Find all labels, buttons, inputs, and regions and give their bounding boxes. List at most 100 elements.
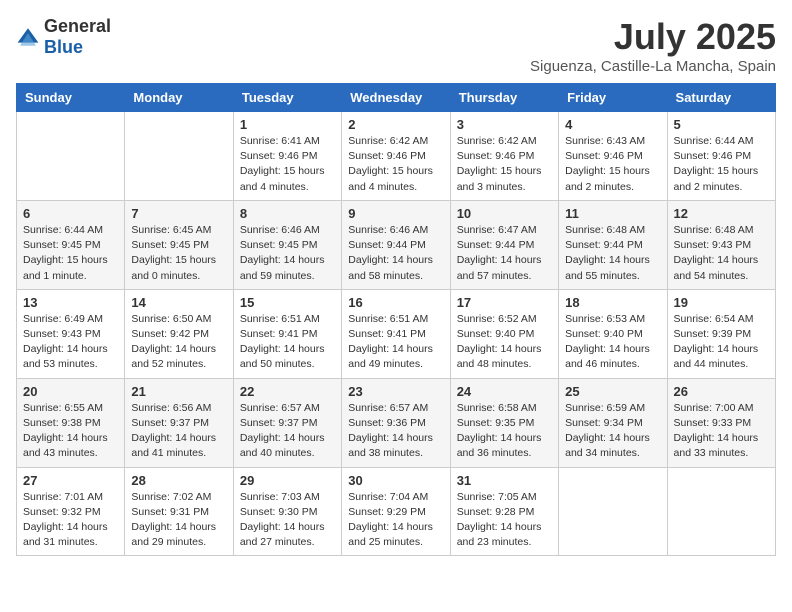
day-number: 10	[457, 206, 552, 221]
day-detail: Sunrise: 6:44 AM Sunset: 9:46 PM Dayligh…	[674, 134, 769, 195]
calendar-cell: 13Sunrise: 6:49 AM Sunset: 9:43 PM Dayli…	[17, 289, 125, 378]
calendar-cell: 31 Sunrise: 7:05 AM Sunset: 9:28 PM Dayli…	[450, 467, 558, 556]
calendar-cell: 7 Sunrise: 6:45 AM Sunset: 9:45 PM Daylig…	[125, 200, 233, 289]
calendar-week-row: 13Sunrise: 6:49 AM Sunset: 9:43 PM Dayli…	[17, 289, 776, 378]
calendar-week-row: 27Sunrise: 7:01 AM Sunset: 9:32 PM Dayli…	[17, 467, 776, 556]
day-detail: Sunrise: 6:46 AM Sunset: 9:44 PM Dayligh…	[348, 223, 443, 284]
calendar-cell: 15 Sunrise: 6:51 AM Sunset: 9:41 PM Dayli…	[233, 289, 341, 378]
day-detail: Sunrise: 6:42 AM Sunset: 9:46 PM Dayligh…	[457, 134, 552, 195]
day-detail: Sunrise: 6:51 AM Sunset: 9:41 PM Dayligh…	[240, 312, 335, 373]
day-number: 9	[348, 206, 443, 221]
calendar-cell: 12Sunrise: 6:48 AM Sunset: 9:43 PM Dayli…	[667, 200, 775, 289]
day-detail: Sunrise: 6:54 AM Sunset: 9:39 PM Dayligh…	[674, 312, 769, 373]
day-number: 31	[457, 473, 552, 488]
title-block: July 2025 Siguenza, Castille-La Mancha, …	[530, 16, 776, 75]
weekday-header-friday: Friday	[559, 84, 667, 112]
calendar-week-row: 1Sunrise: 6:41 AM Sunset: 9:46 PM Daylig…	[17, 112, 776, 201]
day-detail: Sunrise: 6:58 AM Sunset: 9:35 PM Dayligh…	[457, 401, 552, 462]
day-number: 18	[565, 295, 660, 310]
day-detail: Sunrise: 6:48 AM Sunset: 9:44 PM Dayligh…	[565, 223, 660, 284]
day-detail: Sunrise: 6:56 AM Sunset: 9:37 PM Dayligh…	[131, 401, 226, 462]
day-number: 23	[348, 384, 443, 399]
weekday-header-saturday: Saturday	[667, 84, 775, 112]
day-number: 16	[348, 295, 443, 310]
day-detail: Sunrise: 7:04 AM Sunset: 9:29 PM Dayligh…	[348, 490, 443, 551]
calendar-week-row: 6 Sunrise: 6:44 AM Sunset: 9:45 PM Daylig…	[17, 200, 776, 289]
day-detail: Sunrise: 6:50 AM Sunset: 9:42 PM Dayligh…	[131, 312, 226, 373]
day-number: 17	[457, 295, 552, 310]
day-number: 13	[23, 295, 118, 310]
calendar-cell	[559, 467, 667, 556]
calendar-cell: 5 Sunrise: 6:44 AM Sunset: 9:46 PM Daylig…	[667, 112, 775, 201]
day-number: 5	[674, 117, 769, 132]
day-detail: Sunrise: 6:41 AM Sunset: 9:46 PM Dayligh…	[240, 134, 335, 195]
calendar-cell	[125, 112, 233, 201]
day-number: 7	[131, 206, 226, 221]
calendar-cell: 18 Sunrise: 6:53 AM Sunset: 9:40 PM Dayli…	[559, 289, 667, 378]
day-detail: Sunrise: 6:57 AM Sunset: 9:36 PM Dayligh…	[348, 401, 443, 462]
day-number: 14	[131, 295, 226, 310]
day-detail: Sunrise: 6:51 AM Sunset: 9:41 PM Dayligh…	[348, 312, 443, 373]
calendar-cell: 14 Sunrise: 6:50 AM Sunset: 9:42 PM Dayli…	[125, 289, 233, 378]
weekday-header-thursday: Thursday	[450, 84, 558, 112]
calendar-cell: 22 Sunrise: 6:57 AM Sunset: 9:37 PM Dayli…	[233, 378, 341, 467]
weekday-header-sunday: Sunday	[17, 84, 125, 112]
calendar-cell	[667, 467, 775, 556]
day-number: 20	[23, 384, 118, 399]
page-header: General Blue July 2025 Siguenza, Castill…	[16, 16, 776, 75]
day-number: 2	[348, 117, 443, 132]
day-number: 28	[131, 473, 226, 488]
calendar-cell: 28 Sunrise: 7:02 AM Sunset: 9:31 PM Dayli…	[125, 467, 233, 556]
calendar-cell: 19 Sunrise: 6:54 AM Sunset: 9:39 PM Dayli…	[667, 289, 775, 378]
calendar-week-row: 20Sunrise: 6:55 AM Sunset: 9:38 PM Dayli…	[17, 378, 776, 467]
day-detail: Sunrise: 6:48 AM Sunset: 9:43 PM Dayligh…	[674, 223, 769, 284]
calendar-cell: 21Sunrise: 6:56 AM Sunset: 9:37 PM Dayli…	[125, 378, 233, 467]
day-detail: Sunrise: 6:45 AM Sunset: 9:45 PM Dayligh…	[131, 223, 226, 284]
day-detail: Sunrise: 6:47 AM Sunset: 9:44 PM Dayligh…	[457, 223, 552, 284]
day-detail: Sunrise: 7:00 AM Sunset: 9:33 PM Dayligh…	[674, 401, 769, 462]
weekday-header-row: SundayMondayTuesdayWednesdayThursdayFrid…	[17, 84, 776, 112]
day-number: 24	[457, 384, 552, 399]
calendar-cell: 10 Sunrise: 6:47 AM Sunset: 9:44 PM Dayli…	[450, 200, 558, 289]
day-detail: Sunrise: 7:02 AM Sunset: 9:31 PM Dayligh…	[131, 490, 226, 551]
day-detail: Sunrise: 6:43 AM Sunset: 9:46 PM Dayligh…	[565, 134, 660, 195]
day-number: 3	[457, 117, 552, 132]
day-detail: Sunrise: 6:46 AM Sunset: 9:45 PM Dayligh…	[240, 223, 335, 284]
day-number: 30	[348, 473, 443, 488]
calendar-cell: 30 Sunrise: 7:04 AM Sunset: 9:29 PM Dayli…	[342, 467, 450, 556]
day-number: 25	[565, 384, 660, 399]
calendar-cell	[17, 112, 125, 201]
day-detail: Sunrise: 6:52 AM Sunset: 9:40 PM Dayligh…	[457, 312, 552, 373]
calendar-cell: 2 Sunrise: 6:42 AM Sunset: 9:46 PM Daylig…	[342, 112, 450, 201]
calendar-cell: 20Sunrise: 6:55 AM Sunset: 9:38 PM Dayli…	[17, 378, 125, 467]
day-number: 26	[674, 384, 769, 399]
calendar-cell: 1Sunrise: 6:41 AM Sunset: 9:46 PM Daylig…	[233, 112, 341, 201]
weekday-header-wednesday: Wednesday	[342, 84, 450, 112]
calendar-cell: 17 Sunrise: 6:52 AM Sunset: 9:40 PM Dayli…	[450, 289, 558, 378]
calendar-cell: 6 Sunrise: 6:44 AM Sunset: 9:45 PM Daylig…	[17, 200, 125, 289]
day-detail: Sunrise: 7:05 AM Sunset: 9:28 PM Dayligh…	[457, 490, 552, 551]
day-number: 15	[240, 295, 335, 310]
calendar-cell: 8Sunrise: 6:46 AM Sunset: 9:45 PM Daylig…	[233, 200, 341, 289]
day-detail: Sunrise: 6:53 AM Sunset: 9:40 PM Dayligh…	[565, 312, 660, 373]
month-title: July 2025	[530, 16, 776, 58]
calendar-cell: 11 Sunrise: 6:48 AM Sunset: 9:44 PM Dayli…	[559, 200, 667, 289]
calendar-cell: 3 Sunrise: 6:42 AM Sunset: 9:46 PM Daylig…	[450, 112, 558, 201]
calendar-table: SundayMondayTuesdayWednesdayThursdayFrid…	[16, 83, 776, 556]
weekday-header-monday: Monday	[125, 84, 233, 112]
day-detail: Sunrise: 6:44 AM Sunset: 9:45 PM Dayligh…	[23, 223, 118, 284]
day-number: 6	[23, 206, 118, 221]
day-number: 22	[240, 384, 335, 399]
calendar-cell: 27Sunrise: 7:01 AM Sunset: 9:32 PM Dayli…	[17, 467, 125, 556]
day-detail: Sunrise: 6:57 AM Sunset: 9:37 PM Dayligh…	[240, 401, 335, 462]
day-number: 27	[23, 473, 118, 488]
location-title: Siguenza, Castille-La Mancha, Spain	[530, 58, 776, 75]
day-number: 19	[674, 295, 769, 310]
calendar-cell: 26 Sunrise: 7:00 AM Sunset: 9:33 PM Dayli…	[667, 378, 775, 467]
day-number: 4	[565, 117, 660, 132]
day-detail: Sunrise: 6:42 AM Sunset: 9:46 PM Dayligh…	[348, 134, 443, 195]
day-detail: Sunrise: 7:03 AM Sunset: 9:30 PM Dayligh…	[240, 490, 335, 551]
weekday-header-tuesday: Tuesday	[233, 84, 341, 112]
day-number: 11	[565, 206, 660, 221]
calendar-cell: 9 Sunrise: 6:46 AM Sunset: 9:44 PM Daylig…	[342, 200, 450, 289]
